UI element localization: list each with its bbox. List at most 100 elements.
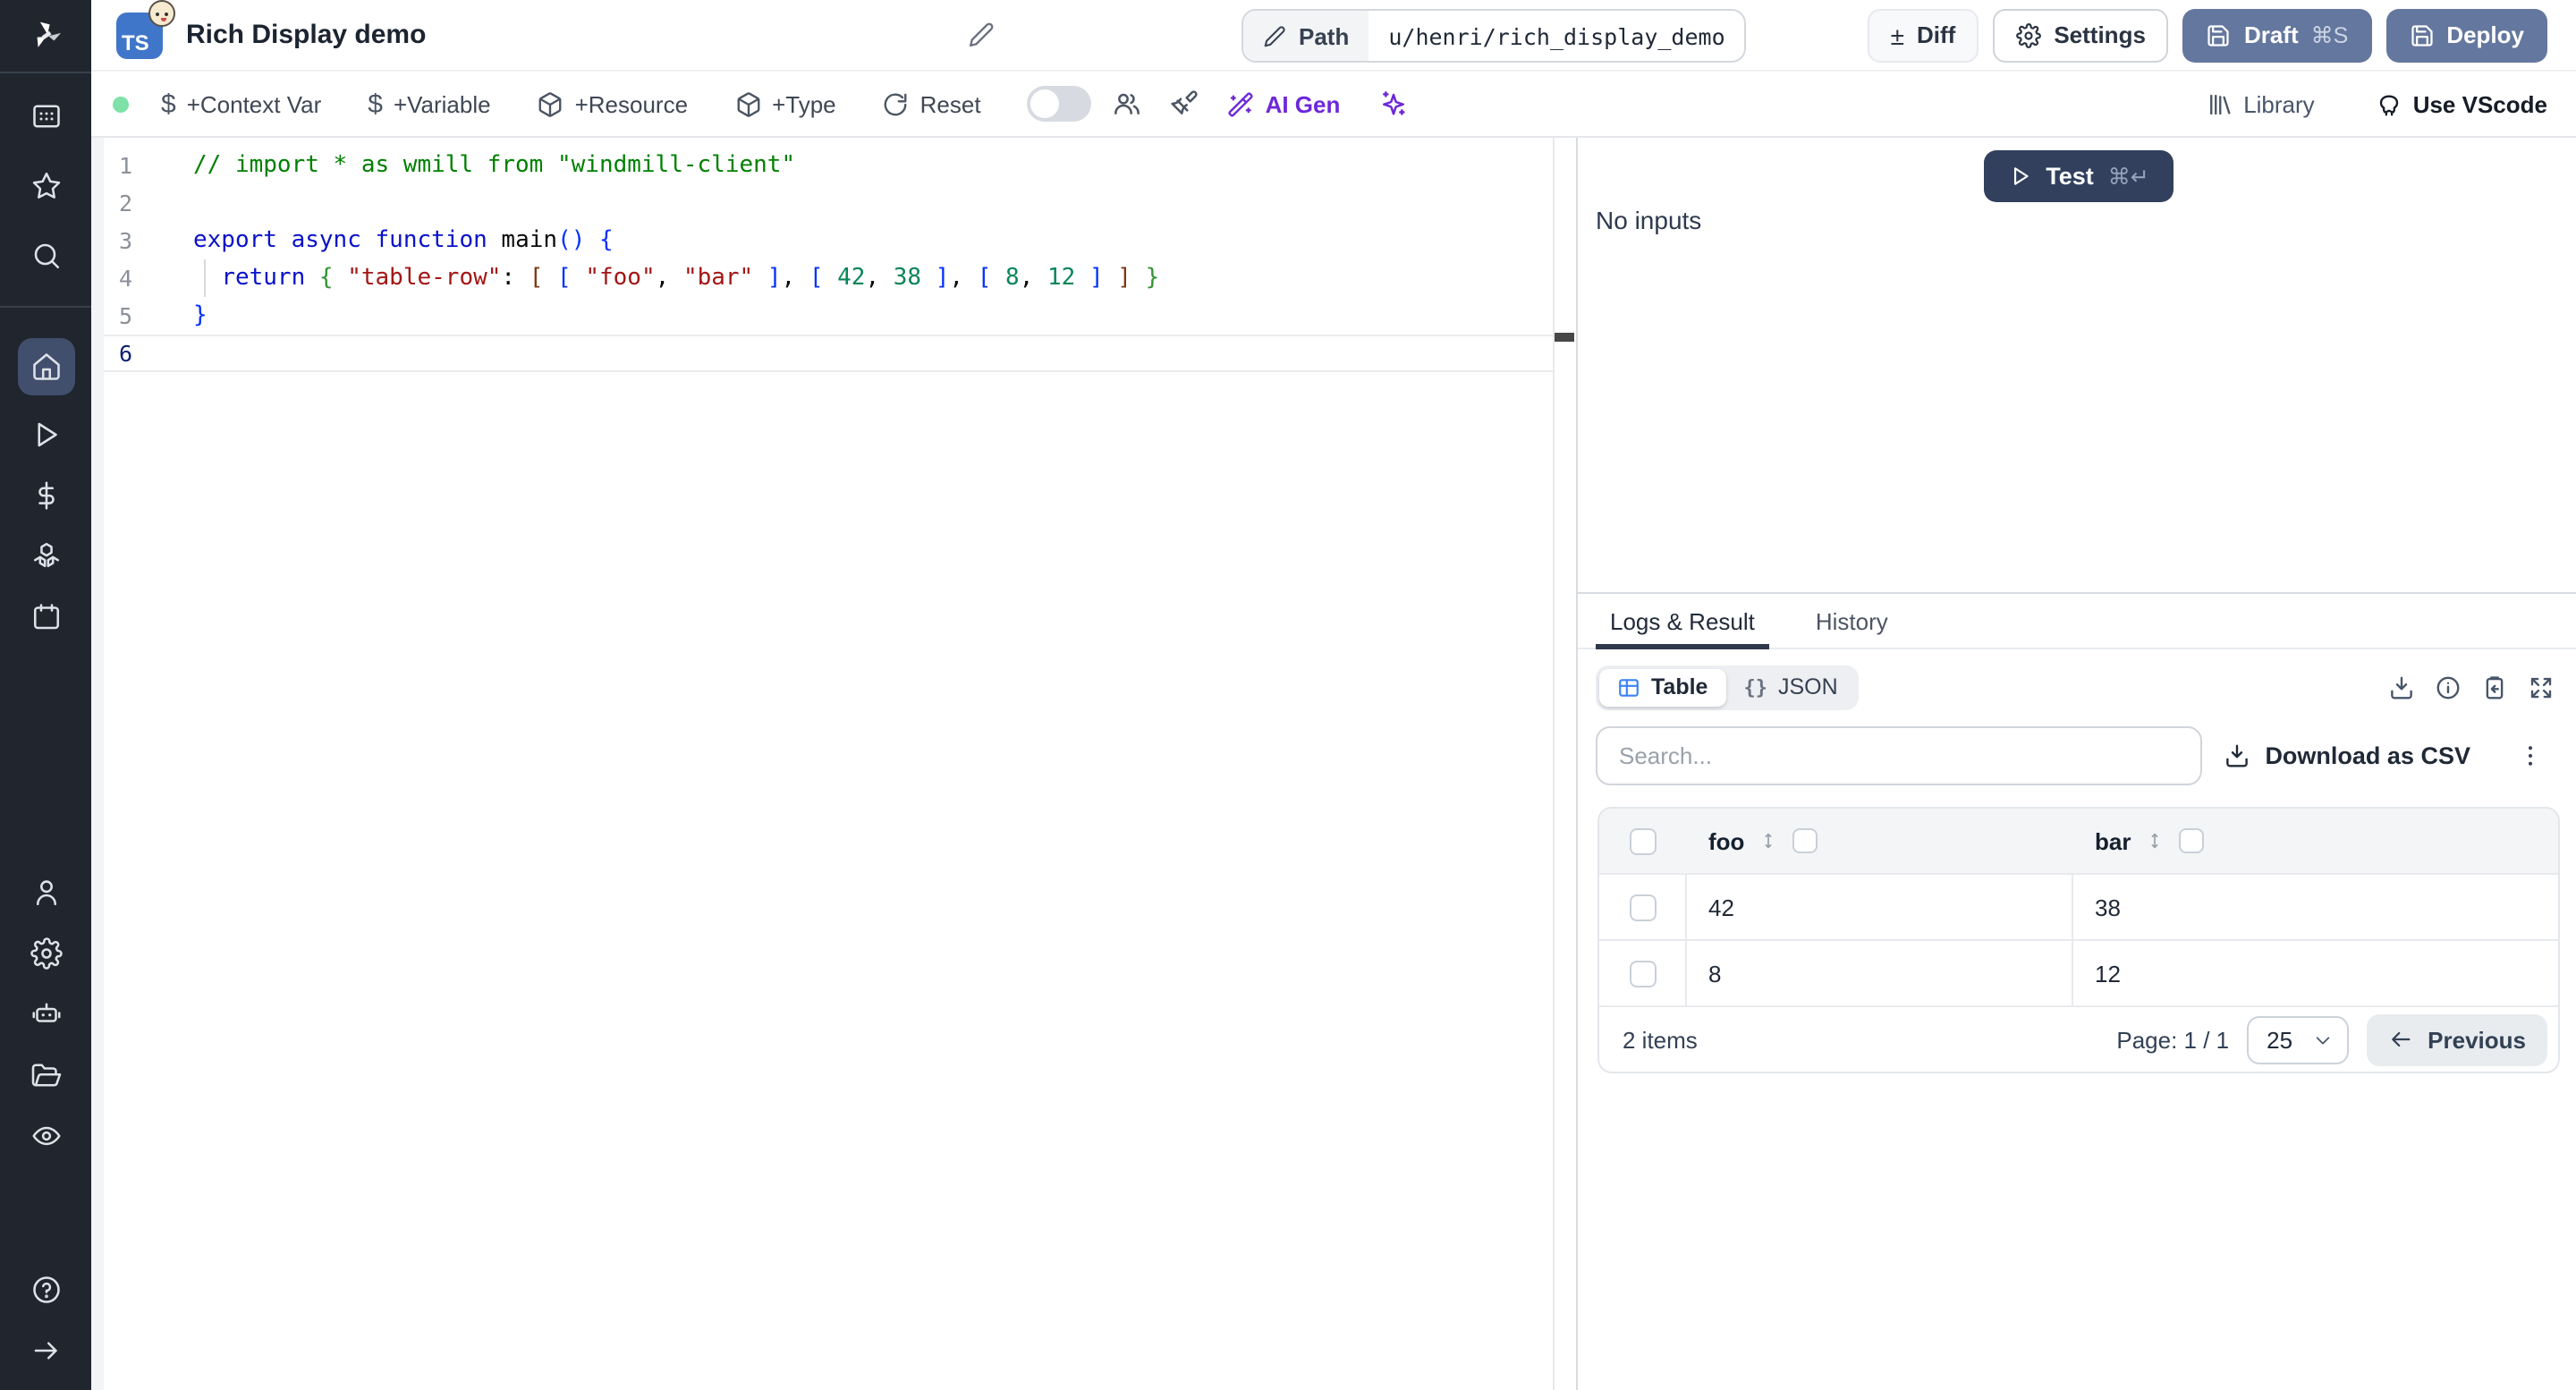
table-menu-button[interactable] bbox=[2517, 742, 2544, 769]
sidebar-divider bbox=[0, 72, 91, 73]
braces-icon: {} bbox=[1743, 675, 1767, 699]
sidebar-item-audit[interactable] bbox=[24, 1115, 67, 1157]
add-resource-button[interactable]: +Resource bbox=[538, 90, 688, 117]
expand-icon[interactable] bbox=[2528, 674, 2555, 700]
table-header-row: foo bar bbox=[1599, 809, 2558, 873]
wand-sparkles-icon bbox=[1228, 91, 1254, 116]
sidebar-item-workers[interactable] bbox=[24, 993, 67, 1036]
sort-arrows-icon bbox=[2152, 833, 2158, 849]
page-title: Rich Display demo bbox=[186, 20, 427, 50]
table-footer: 2 items Page: 1 / 1 25 Previous bbox=[1599, 1005, 2558, 1072]
sidebar-item-favorites[interactable] bbox=[24, 165, 67, 208]
sidebar-item-home[interactable] bbox=[17, 338, 74, 395]
save-icon bbox=[2208, 24, 2230, 46]
cell-bar: 38 bbox=[2095, 894, 2121, 920]
diff-mode-toggle[interactable] bbox=[1027, 86, 1092, 122]
typescript-badge: TS bbox=[116, 0, 175, 58]
ai-gen-button[interactable]: AI Gen bbox=[1228, 90, 1340, 117]
collaborators-button[interactable] bbox=[1114, 89, 1142, 118]
arrow-right-icon bbox=[33, 1342, 56, 1360]
home-icon bbox=[32, 353, 59, 380]
sidebar-item-resources[interactable] bbox=[24, 535, 67, 578]
library-button[interactable]: Library bbox=[2206, 90, 2315, 117]
download-csv-button[interactable]: Download as CSV bbox=[2224, 742, 2470, 769]
edit-summary-button[interactable] bbox=[968, 21, 995, 48]
dollar-icon: $ bbox=[161, 89, 176, 119]
search-icon bbox=[33, 243, 59, 269]
settings-button[interactable]: Settings bbox=[1993, 8, 2169, 62]
sidebar-item-folders[interactable] bbox=[24, 1054, 67, 1097]
view-toggle-table[interactable]: Table bbox=[1599, 668, 1726, 706]
sidebar-item-variables[interactable] bbox=[24, 474, 67, 517]
folder-open-icon bbox=[30, 1064, 61, 1087]
previous-page-button[interactable]: Previous bbox=[2367, 1013, 2547, 1065]
use-vscode-button[interactable]: Use VScode bbox=[2376, 90, 2547, 117]
column-header-foo[interactable]: foo bbox=[1708, 827, 1744, 854]
table-row[interactable]: 42 38 bbox=[1599, 873, 2558, 939]
sidebar-item-runs[interactable] bbox=[24, 413, 67, 456]
reset-button[interactable]: Reset bbox=[883, 90, 981, 117]
row-checkbox[interactable] bbox=[1629, 960, 1656, 987]
tab-history[interactable]: History bbox=[1801, 594, 1902, 648]
tab-logs-result[interactable]: Logs & Result bbox=[1596, 594, 1769, 649]
sidebar-item-settings[interactable] bbox=[24, 932, 67, 975]
copy-clipboard-icon[interactable] bbox=[2481, 674, 2508, 700]
path-label-segment: Path bbox=[1243, 11, 1369, 61]
sidebar-item-search[interactable] bbox=[24, 234, 67, 277]
sidebar-item-help[interactable] bbox=[24, 1268, 67, 1311]
windmill-script-editor: TS Rich Display demo Path u/henri/rich_d… bbox=[0, 0, 2576, 1390]
items-count: 2 items bbox=[1623, 1026, 1698, 1053]
search-input[interactable] bbox=[1596, 726, 2202, 785]
test-button[interactable]: Test ⌘↵ bbox=[1984, 150, 2174, 202]
sidebar-item-apps[interactable] bbox=[24, 95, 67, 138]
sidebar-item-schedules[interactable] bbox=[24, 596, 67, 639]
reset-icon bbox=[885, 92, 908, 115]
download-icon bbox=[2226, 744, 2249, 767]
sort-foo-button[interactable] bbox=[1758, 828, 1778, 853]
column-toggle-foo[interactable] bbox=[1792, 828, 1818, 853]
run-result-panel: Test ⌘↵ No inputs Logs & Result History bbox=[1576, 138, 2576, 1390]
code-content[interactable]: // import * as wmill from "windmill-clie… bbox=[193, 147, 1159, 372]
result-body: Table {} JSON Search... Download as CSV … bbox=[1578, 649, 2576, 1390]
ai-sparkles-button[interactable] bbox=[1379, 89, 1408, 118]
view-toggle-json[interactable]: {} JSON bbox=[1725, 668, 1855, 706]
draft-button[interactable]: Draft ⌘S bbox=[2182, 8, 2372, 62]
sidebar-item-user[interactable] bbox=[24, 871, 67, 914]
library-icon bbox=[2210, 93, 2231, 114]
diff-button[interactable]: ± Diff bbox=[1867, 8, 1979, 62]
typescript-badge-label: TS bbox=[122, 30, 149, 55]
sidebar bbox=[0, 0, 91, 1390]
paintbrush-icon bbox=[1171, 90, 1199, 114]
sort-arrows-icon bbox=[1766, 833, 1772, 849]
table-row[interactable]: 8 12 bbox=[1599, 939, 2558, 1005]
column-toggle-bar[interactable] bbox=[2179, 828, 2205, 853]
download-result-icon[interactable] bbox=[2388, 674, 2415, 700]
add-type-button[interactable]: +Type bbox=[734, 90, 836, 117]
column-header-bar[interactable]: bar bbox=[2095, 827, 2131, 854]
users-icon bbox=[1114, 93, 1140, 114]
result-table: foo bar 42 38 8 12 2 items Page: 1 / 1 2… bbox=[1597, 807, 2560, 1073]
draft-shortcut: ⌘S bbox=[2310, 23, 2349, 48]
cell-bar: 12 bbox=[2095, 960, 2121, 987]
add-context-var-button[interactable]: $ +Context Var bbox=[161, 89, 321, 119]
windmill-logo[interactable] bbox=[0, 0, 91, 72]
format-button[interactable] bbox=[1171, 89, 1199, 118]
deploy-button[interactable]: Deploy bbox=[2385, 8, 2547, 62]
select-all-checkbox[interactable] bbox=[1630, 827, 1657, 854]
page-size-select[interactable]: 25 bbox=[2247, 1015, 2350, 1064]
overview-ruler[interactable] bbox=[1553, 138, 1576, 1390]
dollar-icon: $ bbox=[368, 89, 383, 119]
sort-bar-button[interactable] bbox=[2145, 828, 2165, 853]
sidebar-item-expand[interactable] bbox=[24, 1329, 67, 1372]
line-numbers: 123456 bbox=[118, 152, 132, 367]
info-icon[interactable] bbox=[2435, 674, 2462, 700]
add-variable-button[interactable]: $ +Variable bbox=[368, 89, 490, 119]
package-icon bbox=[736, 91, 759, 116]
path-field[interactable]: Path u/henri/rich_display_demo bbox=[1241, 9, 1747, 63]
code-editor[interactable]: 123456 // import * as wmill from "windmi… bbox=[91, 138, 1576, 1390]
row-checkbox[interactable] bbox=[1629, 894, 1656, 920]
gear-icon bbox=[2016, 22, 2042, 47]
bun-runtime-icon bbox=[148, 0, 175, 26]
plus-minus-icon: ± bbox=[1890, 21, 1904, 49]
indent-guide bbox=[204, 259, 206, 297]
